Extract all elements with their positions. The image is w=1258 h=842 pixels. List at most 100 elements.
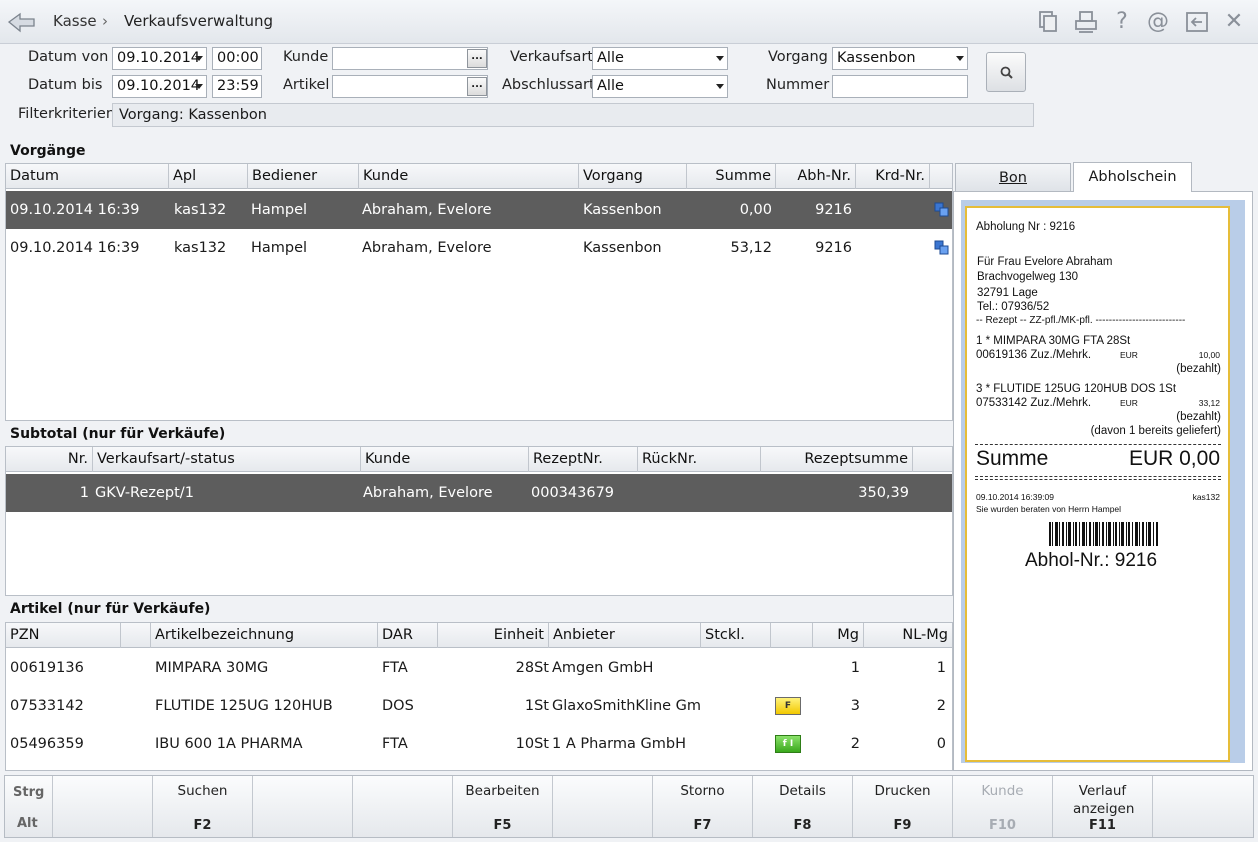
zeit-bis-field[interactable]: 23:59 <box>212 75 262 98</box>
col-spacer <box>913 447 952 472</box>
col-summe[interactable]: Summe <box>687 164 776 189</box>
cell-krd-nr <box>856 191 930 229</box>
col-rezeptnr[interactable]: RezeptNr. <box>529 447 638 472</box>
fkey-f6[interactable] <box>553 776 653 837</box>
table-row[interactable]: 1 GKV-Rezept/1 Abraham, Evelore 00034367… <box>6 474 952 512</box>
vorgang-label: Vorgang <box>768 49 828 65</box>
abschlussart-select[interactable]: Alle <box>592 75 728 98</box>
receipt-footer-apl: kas132 <box>1192 492 1220 502</box>
duplicate-icon[interactable] <box>934 202 950 218</box>
col-nr[interactable]: Nr. <box>6 447 93 472</box>
col-anbieter[interactable]: Anbieter <box>549 623 701 648</box>
col-vorgang[interactable]: Vorgang <box>579 164 687 189</box>
cell-mg: 2 <box>850 736 860 752</box>
chevron-down-icon[interactable] <box>716 56 724 61</box>
col-pzn[interactable]: PZN <box>6 623 121 648</box>
cell-einheit: 28St <box>515 660 549 676</box>
col-mg[interactable]: Mg <box>813 623 864 648</box>
col-kunde[interactable]: Kunde <box>359 164 579 189</box>
search-button[interactable] <box>986 52 1026 92</box>
col-bediener[interactable]: Bediener <box>248 164 359 189</box>
tab-abholschein[interactable]: Abholschein <box>1073 162 1192 192</box>
chevron-down-icon[interactable] <box>195 84 203 89</box>
receipt-item1-value: 10,00 <box>1198 350 1220 360</box>
vorgang-value: Kassenbon <box>837 50 916 66</box>
modifier-strg[interactable]: Strg <box>13 785 44 800</box>
cell-bezeichnung: FLUTIDE 125UG 120HUB <box>155 698 333 714</box>
col-krd-nr[interactable]: Krd-Nr. <box>856 164 930 189</box>
cell-kunde: Abraham, Evelore <box>362 240 492 256</box>
table-row[interactable]: 09.10.2014 16:39 kas132 Hampel Abraham, … <box>6 229 952 267</box>
col-stueckliste[interactable]: Stckl. <box>701 623 771 648</box>
cell-datum: 09.10.2014 16:39 <box>10 202 140 218</box>
col-einheit[interactable]: Einheit <box>438 623 549 648</box>
fkey-f4[interactable] <box>353 776 453 837</box>
fkey-verlauf-anzeigen[interactable]: Verlauf anzeigen F11 <box>1053 776 1153 837</box>
fkey-kunde[interactable]: Kunde F10 <box>953 776 1053 837</box>
email-at-icon[interactable]: @ <box>1146 10 1170 34</box>
receipt-item2-currency: EUR <box>1120 398 1138 408</box>
receipt-item2: 3 * FLUTIDE 125UG 120HUB DOS 1St <box>976 383 1177 395</box>
cell-abh-nr: 9216 <box>815 202 852 218</box>
table-row[interactable]: 09.10.2014 16:39 kas132 Hampel Abraham, … <box>6 191 952 229</box>
fkey-key: F7 <box>693 818 712 833</box>
exit-window-icon[interactable] <box>1185 10 1209 34</box>
col-apl[interactable]: Apl <box>169 164 248 189</box>
kunde-browse-button[interactable]: ... <box>467 49 487 68</box>
fkey-f3[interactable] <box>253 776 353 837</box>
chevron-down-icon[interactable] <box>716 84 724 89</box>
table-row[interactable]: 00619136 MIMPARA 30MG FTA 28St Amgen Gmb… <box>6 649 952 687</box>
fkey-f12[interactable] <box>1153 776 1253 837</box>
col-kunde[interactable]: Kunde <box>361 447 529 472</box>
tab-bon[interactable]: Bon <box>955 163 1071 191</box>
search-icon <box>1000 66 1013 79</box>
col-rezeptsumme[interactable]: Rezeptsumme <box>761 447 913 472</box>
col-nl-mg[interactable]: NL-Mg <box>864 623 952 648</box>
kunde-input[interactable] <box>332 47 488 70</box>
col-datum[interactable]: Datum <box>6 164 169 189</box>
print-icon[interactable] <box>1074 10 1098 34</box>
vorgang-select[interactable]: Kassenbon <box>832 47 968 70</box>
table-row[interactable]: 07533142 FLUTIDE 125UG 120HUB DOS 1St Gl… <box>6 687 952 725</box>
duplicate-icon[interactable] <box>934 240 950 256</box>
chevron-down-icon[interactable] <box>195 56 203 61</box>
status-badge[interactable]: f I <box>775 735 801 753</box>
col-dar[interactable]: DAR <box>378 623 438 648</box>
nummer-input[interactable] <box>832 75 968 98</box>
vorgaenge-header: Datum Apl Bediener Kunde Vorgang Summe A… <box>6 164 952 189</box>
col-status[interactable] <box>771 623 813 648</box>
col-flag[interactable] <box>121 623 151 648</box>
datum-bis-field[interactable]: 09.10.2014 <box>112 75 207 98</box>
fkey-drucken[interactable]: Drucken F9 <box>853 776 953 837</box>
copy-document-icon[interactable] <box>1036 10 1060 34</box>
col-rueckgabenr[interactable]: RückNr. <box>638 447 761 472</box>
fkey-storno[interactable]: Storno F7 <box>653 776 753 837</box>
receipt-divider <box>975 476 1221 477</box>
modifier-alt[interactable]: Alt <box>17 816 38 831</box>
fkey-details[interactable]: Details F8 <box>753 776 853 837</box>
chevron-down-icon[interactable] <box>956 56 964 61</box>
datum-von-field[interactable]: 09.10.2014 <box>112 47 207 70</box>
vorgaenge-table: Datum Apl Bediener Kunde Vorgang Summe A… <box>5 163 953 421</box>
cell-mg: 3 <box>850 698 860 714</box>
fkey-suchen[interactable]: Suchen F2 <box>153 776 253 837</box>
artikel-input[interactable] <box>332 75 488 98</box>
status-badge[interactable]: F <box>775 697 801 715</box>
fkey-bearbeiten[interactable]: Bearbeiten F5 <box>453 776 553 837</box>
col-artikelbezeichnung[interactable]: Artikelbezeichnung <box>151 623 378 648</box>
receipt-item1-pzn: 00619136 Zuz./Mehrk. <box>976 349 1092 361</box>
artikel-browse-button[interactable]: ... <box>467 77 487 96</box>
breadcrumb-separator: › <box>102 12 108 30</box>
breadcrumb-kasse[interactable]: Kasse <box>53 12 97 30</box>
cell-vorgang: Kassenbon <box>583 202 662 218</box>
zeit-von-field[interactable]: 00:00 <box>212 47 262 70</box>
table-row[interactable]: 05496359 IBU 600 1A PHARMA FTA 10St 1 A … <box>6 725 952 763</box>
col-abh-nr[interactable]: Abh-Nr. <box>776 164 856 189</box>
help-icon[interactable]: ? <box>1110 10 1134 34</box>
close-icon[interactable]: ✕ <box>1222 10 1246 34</box>
fkey-label: Bearbeiten <box>465 783 540 799</box>
verkaufsart-select[interactable]: Alle <box>592 47 728 70</box>
back-arrow-icon[interactable] <box>6 8 38 36</box>
col-verkaufsart[interactable]: Verkaufsart/-status <box>93 447 361 472</box>
fkey-f1[interactable] <box>53 776 153 837</box>
